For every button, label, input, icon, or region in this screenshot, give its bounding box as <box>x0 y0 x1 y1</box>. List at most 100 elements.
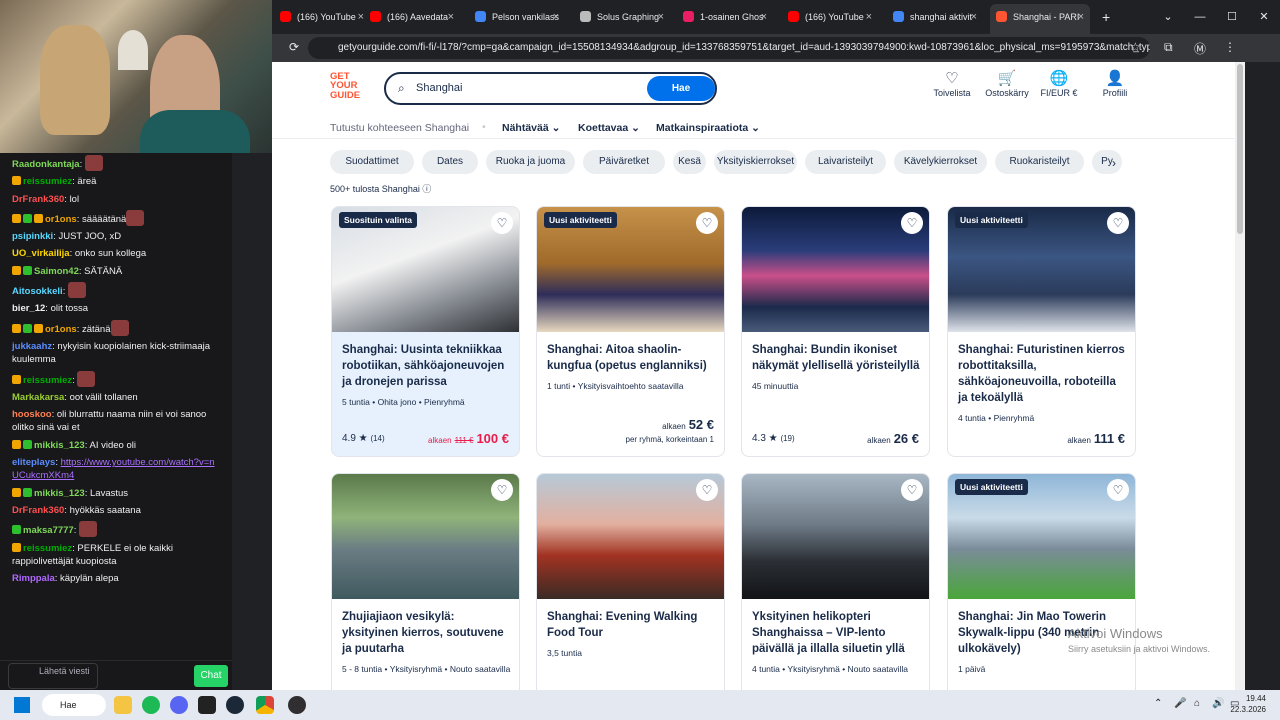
browser-tab[interactable]: (166) YouTube × <box>274 6 370 28</box>
chat-send-button[interactable]: Chat <box>194 665 228 687</box>
chat-username[interactable]: reissumiez <box>23 543 72 554</box>
close-icon[interactable]: × <box>866 6 872 28</box>
close-icon[interactable]: × <box>658 6 664 28</box>
chat-username[interactable]: Saimon42 <box>34 266 79 277</box>
tray-chevron-icon[interactable]: ⌃ <box>1154 698 1162 709</box>
filter-chip[interactable]: Ruokaristeilyt <box>995 150 1084 174</box>
activity-title[interactable]: Shanghai: Uusinta tekniikkaa robotiikan,… <box>342 342 511 390</box>
chat-username[interactable]: Markakarsa <box>12 392 64 403</box>
app-icon[interactable] <box>198 696 216 714</box>
new-tab-button[interactable]: + <box>1102 6 1122 28</box>
chat-username[interactable]: eliteplays <box>12 457 55 468</box>
chat-username[interactable]: hooskoo <box>12 409 52 420</box>
chat-username[interactable]: bier_12 <box>12 303 45 314</box>
chat-username[interactable]: reissumiez <box>23 375 72 386</box>
subnav-matkainspiraatiota[interactable]: Matkainspiraatiota ⌄ <box>656 122 760 134</box>
browser-tab[interactable]: Shanghai - PARI × <box>990 4 1090 34</box>
chat-username[interactable]: Aitosokkeli <box>12 286 63 297</box>
activity-title[interactable]: Shanghai: Bundin ikoniset näkymät ylelli… <box>752 342 921 374</box>
browser-tab[interactable]: (166) YouTube × <box>782 6 878 28</box>
close-icon[interactable]: × <box>971 6 977 28</box>
activity-title[interactable]: Yksityinen helikopteri Shanghaissa – VIP… <box>752 609 921 657</box>
close-icon[interactable]: × <box>1078 4 1084 30</box>
volume-icon[interactable]: 🔊 <box>1212 698 1224 709</box>
close-icon[interactable]: × <box>448 6 454 28</box>
activity-title[interactable]: Shanghai: Aitoa shaolin-kungfua (opetus … <box>547 342 716 374</box>
chat-username[interactable]: maksa7777 <box>23 525 74 536</box>
chat-username[interactable]: mikkis_123 <box>34 440 85 451</box>
filter-chip[interactable]: Dates <box>422 150 478 174</box>
filter-chip[interactable]: Kesä <box>673 150 706 174</box>
wishlist-heart-icon[interactable]: ♡ <box>1107 212 1129 234</box>
url-field[interactable]: getyourguide.com/fi-fi/-l178/?cmp=ga&cam… <box>308 37 1150 59</box>
activity-title[interactable]: Shanghai: Futuristinen kierros robottita… <box>958 342 1127 406</box>
activity-card[interactable]: Uusi aktiviteetti ♡ Shanghai: Futuristinen… <box>947 206 1136 457</box>
chat-input[interactable]: Lähetä viesti <box>8 663 98 689</box>
wishlist-heart-icon[interactable]: ♡ <box>901 479 923 501</box>
header-globe-button[interactable]: 🌐 FI/EUR € <box>1029 70 1089 98</box>
chat-username[interactable]: DrFrank360 <box>12 194 64 205</box>
chat-username[interactable]: or1ons <box>45 214 77 225</box>
subnav-nahtavaa[interactable]: Nähtävää ⌄ <box>502 122 560 134</box>
chat-username[interactable]: Raadonkantaja <box>12 159 80 170</box>
filter-chip[interactable]: Laivaristeilyt <box>805 150 886 174</box>
filter-chip[interactable]: Suodattimet <box>330 150 414 174</box>
menu-icon[interactable]: ⋮ <box>1224 40 1236 54</box>
minimize-icon[interactable]: — <box>1184 0 1216 34</box>
clock[interactable]: 19.44 22.3.2026 <box>1230 693 1266 715</box>
wishlist-heart-icon[interactable]: ♡ <box>696 479 718 501</box>
browser-tab[interactable]: 1-osainen Ghos × <box>677 6 773 28</box>
filter-chip[interactable]: Ruoka ja juoma <box>486 150 575 174</box>
chrome-icon[interactable] <box>256 696 274 714</box>
filter-chip[interactable]: Päiväretket <box>583 150 665 174</box>
header-profile-button[interactable]: 👤 Profiili <box>1085 70 1145 98</box>
info-icon[interactable]: ⓘ <box>422 184 431 194</box>
activity-card[interactable]: Uusi aktiviteetti ♡ Shanghai: Aitoa shaoli… <box>536 206 725 457</box>
chat-username[interactable]: DrFrank360 <box>12 505 64 516</box>
wishlist-heart-icon[interactable]: ♡ <box>696 212 718 234</box>
subnav-koettavaa[interactable]: Koettavaa ⌄ <box>578 122 640 134</box>
reload-icon[interactable]: ⟳ <box>289 40 299 54</box>
browser-tab[interactable]: Pelson vankilass × <box>469 6 565 28</box>
chat-username[interactable]: jukkaahz <box>12 341 52 352</box>
filter-chip[interactable]: Py <box>1092 150 1122 174</box>
taskbar-search[interactable]: Hae <box>42 694 106 716</box>
close-window-icon[interactable]: ✕ <box>1248 0 1280 34</box>
wishlist-heart-icon[interactable]: ♡ <box>491 212 513 234</box>
discord-icon[interactable] <box>170 696 188 714</box>
windows-start-icon[interactable] <box>14 697 30 713</box>
gyg-logo[interactable]: GET YOUR GUIDE <box>330 72 368 106</box>
browser-tab[interactable]: Solus Graphing × <box>574 6 670 28</box>
activity-card[interactable]: ♡ Shanghai: Evening Walking Food Tour 3,5 … <box>536 473 725 690</box>
chat-username[interactable]: UO_virkailija <box>12 248 70 259</box>
spotify-icon[interactable] <box>142 696 160 714</box>
activity-card[interactable]: Uusi aktiviteetti ♡ Shanghai: Jin Mao Towe… <box>947 473 1136 690</box>
file-explorer-icon[interactable] <box>114 696 132 714</box>
steam-icon[interactable] <box>226 696 244 714</box>
network-icon[interactable]: ⌂ <box>1194 698 1200 709</box>
extensions-icon[interactable]: ⧉ <box>1164 40 1173 55</box>
activity-title[interactable]: Zhujiajiaon vesikylä: yksityinen kierros… <box>342 609 511 657</box>
activity-card[interactable]: ♡ Yksityinen helikopteri Shanghaissa – VI… <box>741 473 930 690</box>
chevron-right-icon[interactable]: › <box>1112 156 1116 170</box>
browser-tab[interactable]: (166) Aavedata × <box>364 6 460 28</box>
filter-chip[interactable]: Kävelykierrokset <box>894 150 987 174</box>
header-heart-button[interactable]: ♡ Toivelista <box>922 70 982 98</box>
obs-icon[interactable] <box>288 696 306 714</box>
wishlist-heart-icon[interactable]: ♡ <box>901 212 923 234</box>
search-button[interactable]: Hae <box>647 76 715 101</box>
wishlist-heart-icon[interactable]: ♡ <box>491 479 513 501</box>
filter-chip[interactable]: Yksityiskierrokset <box>714 150 797 174</box>
activity-card[interactable]: ♡ Shanghai: Bundin ikoniset näkymät ylell… <box>741 206 930 457</box>
chat-username[interactable]: or1ons <box>45 324 77 335</box>
scrollbar-thumb[interactable] <box>1237 64 1243 234</box>
maximize-icon[interactable]: ☐ <box>1216 0 1248 34</box>
activity-title[interactable]: Shanghai: Evening Walking Food Tour <box>547 609 716 641</box>
bookmark-star-icon[interactable]: ☆ <box>1130 40 1141 54</box>
search-input[interactable]: Shanghai <box>416 82 463 94</box>
wishlist-heart-icon[interactable]: ♡ <box>1107 479 1129 501</box>
browser-tab[interactable]: shanghai aktivit × <box>887 6 983 28</box>
header-cart-button[interactable]: 🛒 Ostoskärry <box>977 70 1037 98</box>
chat-username[interactable]: psipinkki <box>12 231 53 242</box>
close-icon[interactable]: × <box>761 6 767 28</box>
